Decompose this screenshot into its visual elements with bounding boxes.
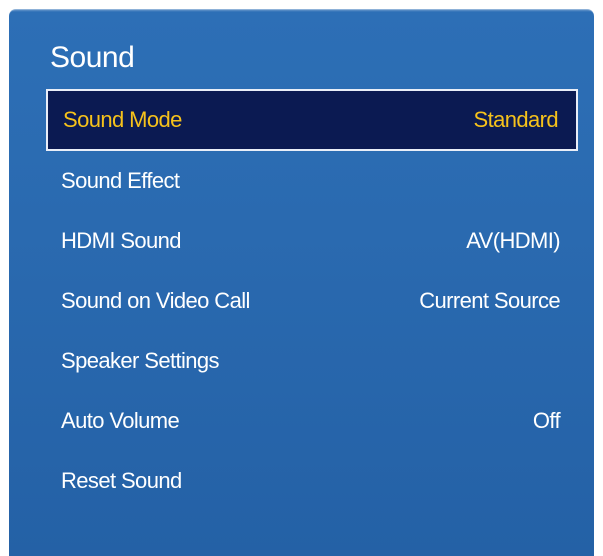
menu-item-sound-on-video-call[interactable]: Sound on Video Call Current Source (46, 271, 578, 331)
menu-item-label: Sound Mode (63, 107, 182, 132)
menu-item-value: Off (532, 408, 561, 433)
menu-item-value: Current Source (419, 288, 560, 313)
menu-item-label: Sound on Video Call (61, 288, 250, 313)
menu-item-label: HDMI Sound (61, 228, 182, 253)
sound-menu-list: Sound Mode Standard Sound Effect HDMI So… (46, 89, 578, 511)
menu-item-label: Speaker Settings (61, 348, 220, 373)
menu-item-sound-effect[interactable]: Sound Effect (46, 151, 578, 211)
menu-item-label: Reset Sound (61, 468, 182, 493)
menu-item-auto-volume[interactable]: Auto Volume Off (46, 391, 578, 451)
menu-item-value: Standard (473, 107, 559, 132)
menu-item-label: Auto Volume (61, 408, 180, 433)
sound-menu-panel: Sound Sound Mode Standard Sound Effect H… (9, 9, 594, 556)
menu-item-label: Sound Effect (61, 168, 180, 193)
menu-title: Sound (50, 41, 135, 74)
menu-item-reset-sound[interactable]: Reset Sound (46, 451, 578, 511)
menu-item-value: AV(HDMI) (466, 228, 560, 253)
menu-item-speaker-settings[interactable]: Speaker Settings (46, 331, 578, 391)
menu-item-hdmi-sound[interactable]: HDMI Sound AV(HDMI) (46, 211, 578, 271)
menu-item-sound-mode[interactable]: Sound Mode Standard (46, 89, 578, 151)
